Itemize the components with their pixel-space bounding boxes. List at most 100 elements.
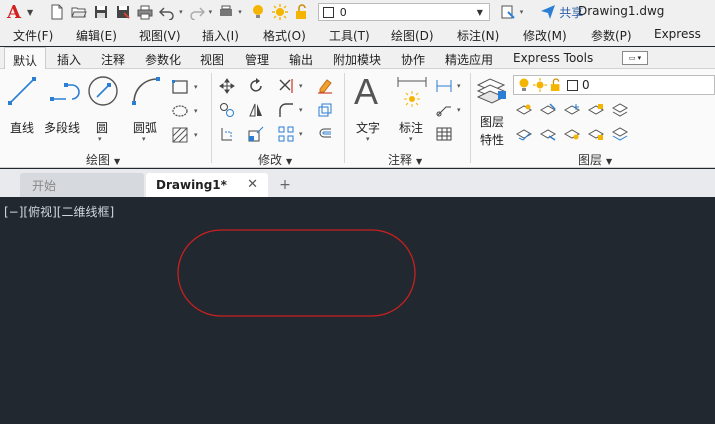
hatch-tool-button[interactable] xyxy=(170,125,190,145)
layer-off-button[interactable] xyxy=(514,100,534,120)
undo-button[interactable] xyxy=(157,2,177,22)
table-button[interactable] xyxy=(434,124,454,144)
save-button[interactable] xyxy=(91,2,111,22)
layer-merge-button[interactable] xyxy=(610,124,630,144)
trim-dropdown-icon[interactable]: ▾ xyxy=(299,82,303,90)
menu-tools[interactable]: 工具(T) xyxy=(329,27,370,44)
menu-insert[interactable]: 插入(I) xyxy=(202,27,239,44)
array-tool-button[interactable] xyxy=(276,124,296,144)
mirror-tool-button[interactable] xyxy=(246,100,266,120)
tab-insert[interactable]: 插入 xyxy=(57,51,81,68)
print-button[interactable] xyxy=(135,2,155,22)
explode-tool-button[interactable] xyxy=(315,100,335,120)
redo-button[interactable] xyxy=(187,2,207,22)
text-dropdown-icon[interactable]: ▾ xyxy=(366,135,370,143)
layer-on-toggle[interactable] xyxy=(248,2,268,22)
tab-output[interactable]: 输出 xyxy=(289,51,313,68)
layer-properties-button[interactable]: 图层 特性 xyxy=(474,75,510,151)
menu-edit[interactable]: 编辑(E) xyxy=(76,27,117,44)
new-tab-button[interactable]: + xyxy=(276,177,294,193)
layer-freeze-button[interactable] xyxy=(562,100,582,120)
fillet-tool-button[interactable] xyxy=(276,100,296,120)
tab-parametric[interactable]: 参数化 xyxy=(145,51,181,68)
open-file-button[interactable] xyxy=(69,2,89,22)
tab-addins[interactable]: 附加模块 xyxy=(333,51,381,68)
layer-make-current-button[interactable] xyxy=(514,124,534,144)
arc-dropdown-icon[interactable]: ▾ xyxy=(142,135,146,143)
quick-access-overflow-icon[interactable]: ▾ xyxy=(520,8,524,16)
tab-annotate[interactable]: 注释 xyxy=(101,51,125,68)
fillet-dropdown-icon[interactable]: ▾ xyxy=(299,106,303,114)
trim-tool-button[interactable] xyxy=(276,76,296,96)
file-tab-start[interactable]: 开始 xyxy=(20,173,144,197)
menu-format[interactable]: 格式(O) xyxy=(263,27,306,44)
menu-draw[interactable]: 绘图(D) xyxy=(391,27,434,44)
dimension-tool-button[interactable]: 标注 ▾ xyxy=(395,75,429,143)
layer-walk-button[interactable] xyxy=(610,100,630,120)
tab-manage[interactable]: 管理 xyxy=(245,51,269,68)
circle-tool-button[interactable]: 圆 ▾ xyxy=(87,75,119,143)
dimension-dropdown-icon[interactable]: ▾ xyxy=(409,135,413,143)
drawing-canvas[interactable]: [−][俯视][二维线框] xyxy=(0,198,715,424)
menu-file[interactable]: 文件(F) xyxy=(13,27,53,44)
layer-properties-button[interactable] xyxy=(498,2,518,22)
offset-tool-button[interactable] xyxy=(315,124,335,144)
leader-button[interactable] xyxy=(434,100,454,120)
circle-dropdown-icon[interactable]: ▾ xyxy=(98,135,102,143)
ellipse-dropdown-icon[interactable]: ▾ xyxy=(194,107,198,115)
copy-tool-button[interactable] xyxy=(217,100,237,120)
text-tool-button[interactable]: A 文字 ▾ xyxy=(352,71,386,143)
menu-view[interactable]: 视图(V) xyxy=(139,27,181,44)
tab-collaborate[interactable]: 协作 xyxy=(401,51,425,68)
redo-dropdown-icon[interactable]: ▾ xyxy=(209,8,213,16)
layer-lock-button[interactable] xyxy=(586,100,606,120)
rotate-tool-button[interactable] xyxy=(246,76,266,96)
hatch-dropdown-icon[interactable]: ▾ xyxy=(194,131,198,139)
tab-featured-apps[interactable]: 精选应用 xyxy=(445,51,493,68)
layer-dropdown[interactable]: 0 xyxy=(513,75,715,95)
leader-dropdown-icon[interactable]: ▾ xyxy=(457,106,461,114)
tab-default[interactable]: 默认 xyxy=(4,47,47,70)
layer-thaw-all-button[interactable] xyxy=(562,124,582,144)
stretch-tool-button[interactable] xyxy=(217,124,237,144)
menu-dimension[interactable]: 标注(N) xyxy=(457,27,499,44)
tab-express-tools[interactable]: Express Tools xyxy=(513,51,593,65)
draw-panel-title[interactable]: 绘图 ▼ xyxy=(86,151,120,168)
customize-quick-access-icon[interactable]: ▾ xyxy=(238,8,242,16)
annotation-panel-title[interactable]: 注释 ▼ xyxy=(388,151,422,168)
scale-tool-button[interactable] xyxy=(246,124,266,144)
ellipse-tool-button[interactable] xyxy=(170,101,190,121)
app-menu-button[interactable]: A xyxy=(3,1,25,23)
erase-tool-button[interactable] xyxy=(315,76,335,96)
layer-match-button[interactable] xyxy=(538,124,558,144)
plot-button[interactable] xyxy=(216,2,236,22)
close-icon[interactable]: ✕ xyxy=(247,177,258,192)
layer-isolate-button[interactable] xyxy=(538,100,558,120)
modify-panel-title[interactable]: 修改 ▼ xyxy=(258,151,292,168)
save-as-button[interactable] xyxy=(113,2,133,22)
linear-dim-dropdown-icon[interactable]: ▾ xyxy=(457,82,461,90)
layer-unlock-button[interactable] xyxy=(586,124,606,144)
rectangle-dropdown-icon[interactable]: ▾ xyxy=(194,83,198,91)
menu-express[interactable]: Express xyxy=(654,27,701,41)
chevron-down-icon[interactable]: ▼ xyxy=(27,8,33,17)
undo-dropdown-icon[interactable]: ▾ xyxy=(179,8,183,16)
polyline-tool-button[interactable]: 多段线 xyxy=(44,75,84,141)
new-file-button[interactable] xyxy=(47,2,67,22)
array-dropdown-icon[interactable]: ▾ xyxy=(299,130,303,138)
move-tool-button[interactable] xyxy=(217,76,237,96)
linear-dim-button[interactable] xyxy=(434,76,454,96)
quick-layer-dropdown[interactable]: 0 ▼ xyxy=(317,3,490,21)
file-tab-drawing1[interactable]: Drawing1* ✕ xyxy=(146,173,268,197)
menu-modify[interactable]: 修改(M) xyxy=(523,27,567,44)
line-tool-button[interactable]: 直线 xyxy=(6,75,38,141)
share-button[interactable]: 共享 xyxy=(541,4,583,21)
slot-shape[interactable] xyxy=(177,229,416,317)
ribbon-minimize-button[interactable]: ▭ ▾ xyxy=(622,51,648,65)
layer-thaw-toggle[interactable] xyxy=(270,2,290,22)
layer-lock-toggle[interactable] xyxy=(292,2,312,22)
rectangle-tool-button[interactable] xyxy=(170,77,190,97)
layers-panel-title[interactable]: 图层 ▼ xyxy=(578,151,612,168)
arc-tool-button[interactable]: 圆弧 ▾ xyxy=(130,75,162,143)
tab-view[interactable]: 视图 xyxy=(200,51,224,68)
